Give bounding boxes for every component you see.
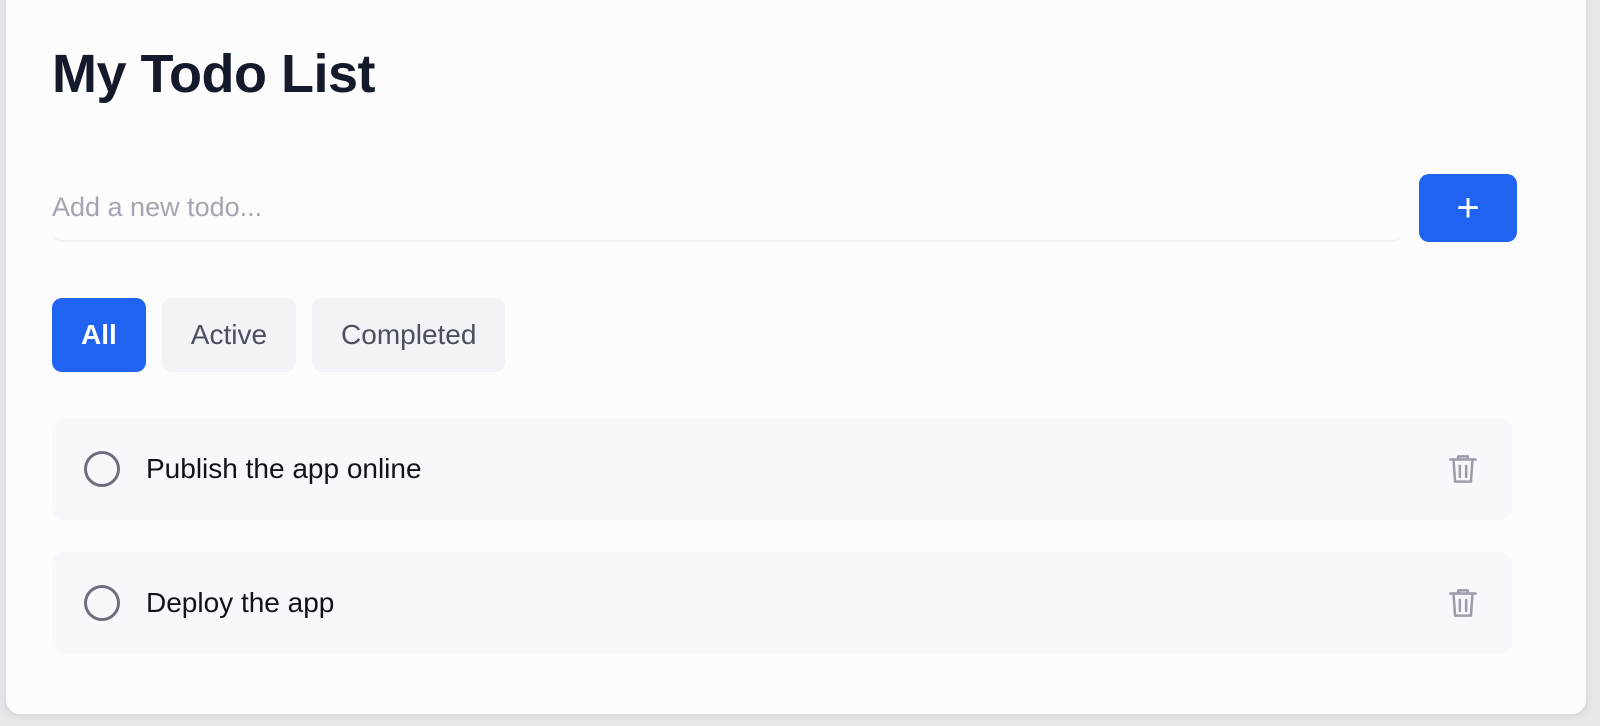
filter-completed-button[interactable]: Completed [312,298,506,372]
todo-checkbox[interactable] [84,451,120,487]
todo-list: Publish the app online Deploy the app [52,418,1512,686]
todo-text: Deploy the app [146,587,335,618]
filter-all-button[interactable]: All [52,298,146,372]
trash-icon [1449,589,1477,617]
delete-button[interactable] [1444,584,1482,622]
todo-item: Deploy the app [52,552,1512,654]
page-title: My Todo List [52,44,375,104]
filter-tabs: All Active Completed [52,298,506,372]
add-todo-row: + [52,174,1547,242]
filter-active-button[interactable]: Active [161,298,297,372]
delete-button[interactable] [1444,450,1482,488]
trash-icon [1449,455,1477,483]
todo-text: Publish the app online [146,453,422,484]
todo-card: My Todo List + All Active Completed Publ… [6,0,1586,714]
add-todo-button[interactable]: + [1419,174,1517,242]
todo-checkbox[interactable] [84,585,120,621]
new-todo-input[interactable] [52,174,1402,242]
todo-item: Publish the app online [52,418,1512,520]
